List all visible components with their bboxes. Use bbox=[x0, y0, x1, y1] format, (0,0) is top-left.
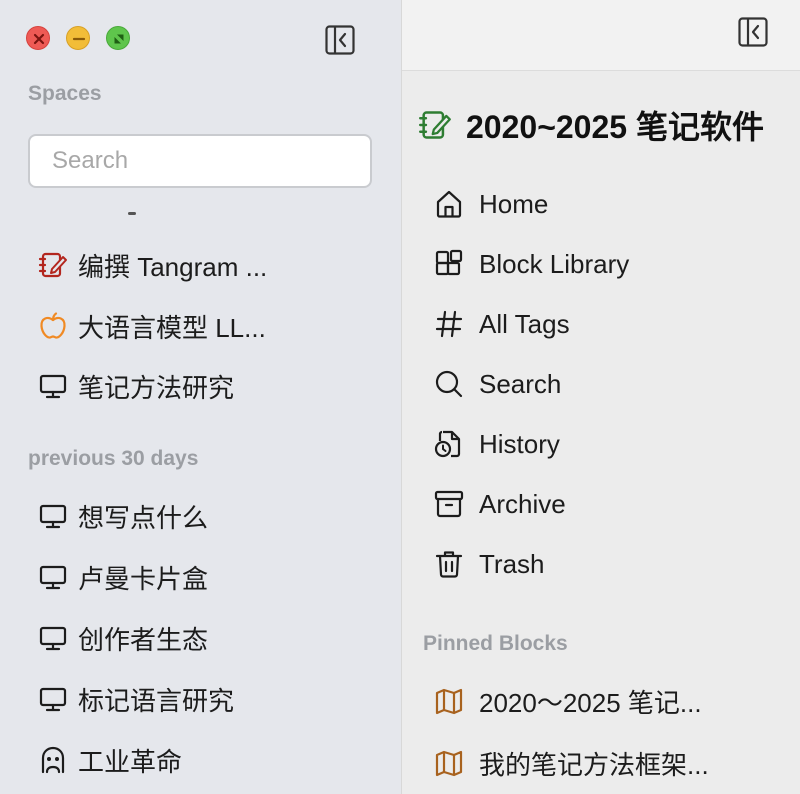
sidebar-item[interactable]: 大语言模型 LL... bbox=[38, 304, 266, 348]
monitor-icon bbox=[39, 565, 67, 590]
sidebar-item[interactable]: 编撰 Tangram ... bbox=[38, 243, 267, 287]
search-input[interactable] bbox=[50, 136, 354, 186]
sidebar-item[interactable]: 创作者生态 bbox=[38, 616, 208, 660]
nav-home[interactable]: Home bbox=[433, 182, 548, 226]
notebook-icon bbox=[38, 252, 67, 278]
sidebar-toggle-button[interactable] bbox=[325, 25, 355, 55]
notebook-icon bbox=[419, 111, 451, 139]
previous-30-days-heading: previous 30 days bbox=[28, 447, 199, 470]
history-icon bbox=[434, 430, 461, 458]
scroll-fragment bbox=[128, 212, 136, 215]
sidebar-item-label: 创作者生态 bbox=[78, 624, 209, 655]
minimize-window-button[interactable] bbox=[66, 26, 90, 50]
fullscreen-icon bbox=[114, 34, 124, 44]
pinned-item[interactable]: 我的笔记方法框架... bbox=[433, 741, 709, 785]
nav-label: All Tags bbox=[479, 308, 570, 339]
pinned-blocks-heading: Pinned Blocks bbox=[423, 632, 568, 655]
pinned-item[interactable]: 2020～2025 笔记... bbox=[433, 679, 702, 723]
blocks-icon bbox=[435, 249, 463, 276]
page-title[interactable]: 2020~2025 笔记软件 bbox=[418, 100, 764, 150]
spaces-heading: Spaces bbox=[28, 82, 102, 105]
minimize-icon bbox=[72, 37, 86, 41]
hash-icon bbox=[435, 310, 463, 338]
nav-archive[interactable]: Archive bbox=[433, 482, 566, 526]
monitor-icon bbox=[39, 504, 67, 529]
archive-icon bbox=[434, 490, 464, 518]
monitor-icon bbox=[39, 374, 67, 399]
nav-label: Archive bbox=[479, 488, 566, 519]
maximize-window-button[interactable] bbox=[106, 26, 130, 50]
sidebar-item[interactable]: 标记语言研究 bbox=[38, 677, 234, 721]
nav-search[interactable]: Search bbox=[433, 362, 561, 406]
sidebar-item-label: 卢曼卡片盒 bbox=[78, 563, 209, 594]
sidebar-item-label: 工业革命 bbox=[78, 746, 183, 777]
search-box[interactable] bbox=[28, 134, 372, 188]
sidebar-collapse-icon bbox=[325, 25, 355, 55]
sidebar-item[interactable]: 卢曼卡片盒 bbox=[38, 555, 208, 599]
map-icon bbox=[435, 750, 463, 777]
sidebar-item-label: 大语言模型 LL... bbox=[78, 312, 266, 343]
panel-toggle-button[interactable] bbox=[738, 17, 768, 47]
sidebar-item-label: 标记语言研究 bbox=[78, 685, 235, 716]
close-window-button[interactable] bbox=[26, 26, 50, 50]
monitor-icon bbox=[39, 687, 67, 712]
sidebar-item-label: 笔记方法研究 bbox=[78, 372, 235, 403]
pinned-item-label: 我的笔记方法框架... bbox=[479, 749, 709, 780]
nav-label: Search bbox=[479, 368, 562, 399]
main-toolbar bbox=[402, 0, 800, 71]
main-content: 2020~2025 笔记软件 Home Block Library All Ta… bbox=[402, 70, 800, 794]
sidebar-item[interactable]: 笔记方法研究 bbox=[38, 364, 234, 408]
sidebar-item[interactable]: 想写点什么 bbox=[38, 494, 208, 538]
nav-label: Trash bbox=[479, 548, 545, 579]
nav-label: Home bbox=[479, 188, 549, 219]
sidebar-item[interactable]: 工业革命 bbox=[38, 738, 182, 782]
nav-label: Block Library bbox=[479, 248, 630, 279]
face-icon bbox=[41, 746, 65, 774]
map-icon bbox=[435, 688, 463, 715]
search-icon bbox=[435, 370, 463, 398]
monitor-icon bbox=[39, 626, 67, 651]
nav-label: History bbox=[479, 428, 560, 459]
nav-history[interactable]: History bbox=[433, 422, 560, 466]
trash-icon bbox=[435, 551, 463, 578]
pinned-item-label: 2020～2025 笔记... bbox=[479, 687, 702, 718]
home-icon bbox=[436, 190, 462, 218]
apple-icon bbox=[40, 312, 66, 339]
sidebar-item-label: 编撰 Tangram ... bbox=[78, 251, 268, 282]
page-title-text: 2020~2025 笔记软件 bbox=[466, 109, 764, 145]
nav-all-tags[interactable]: All Tags bbox=[433, 302, 570, 346]
sidebar: Spaces 编撰 Tangram ... 大语言模型 LL... 笔记方法研究… bbox=[0, 0, 402, 794]
nav-trash[interactable]: Trash bbox=[433, 542, 545, 586]
sidebar-item-label: 想写点什么 bbox=[78, 502, 209, 533]
nav-block-library[interactable]: Block Library bbox=[433, 242, 629, 286]
sidebar-collapse-icon bbox=[738, 17, 768, 47]
close-icon bbox=[33, 33, 45, 45]
